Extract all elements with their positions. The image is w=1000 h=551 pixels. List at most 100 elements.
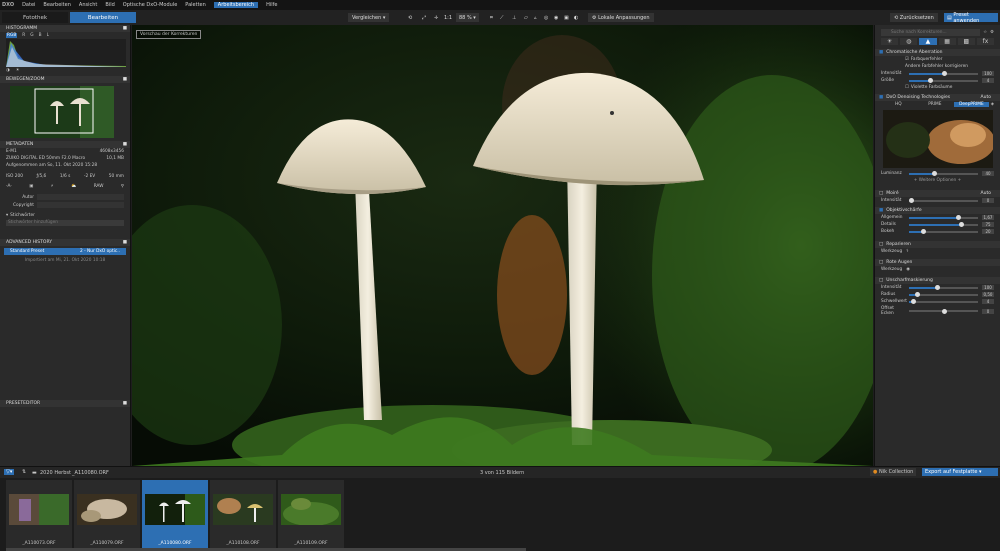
channel-r[interactable]: R: [22, 33, 25, 38]
ca-int-value[interactable]: 100: [982, 71, 994, 76]
export-button[interactable]: Export auf Festplatte ▾: [922, 468, 998, 476]
sharpness-header[interactable]: ■ Objektivschärfe: [875, 207, 1000, 214]
tab-bearbeiten[interactable]: Bearbeiten: [70, 12, 136, 23]
menu-bearbeiten[interactable]: Bearbeiten: [43, 2, 70, 8]
close-icon[interactable]: ■: [123, 26, 127, 31]
heal-icon[interactable]: ◎: [544, 13, 548, 22]
ca-opt2[interactable]: Andere Farbfehler korrigieren: [875, 63, 1000, 70]
history-header[interactable]: ADVANCED HISTORY ■: [0, 239, 130, 246]
moire-header[interactable]: □ Moiré Auto: [875, 190, 1000, 197]
usm-offset-slider[interactable]: [909, 308, 978, 314]
sort-icon[interactable]: ⇅: [22, 469, 26, 475]
sharp-bokeh-value[interactable]: 20: [982, 229, 994, 234]
ca-opt3[interactable]: ☐ Violette Farbsäume: [875, 84, 1000, 91]
menu-arbeitsbereich[interactable]: Arbeitsbereich: [213, 2, 259, 8]
preview-corrections-button[interactable]: Vorschau der Korrekturen: [136, 30, 202, 39]
level-icon[interactable]: ⊥: [512, 13, 516, 22]
sharp-general-value[interactable]: 1,67: [982, 215, 994, 220]
channel-l[interactable]: L: [47, 33, 49, 38]
compare-button[interactable]: Vergleichen ▾: [348, 13, 390, 22]
luminance-slider[interactable]: [909, 171, 978, 176]
watermark-icon[interactable]: ▣: [564, 13, 569, 22]
detail-tab-icon[interactable]: ▲: [919, 38, 937, 45]
menu-dxo-module[interactable]: Optische DxO-Module: [123, 2, 178, 8]
local-adjustments-button[interactable]: ⚙ Lokale Anpassungen: [588, 13, 654, 22]
channel-rgb[interactable]: RGB: [6, 33, 18, 38]
usm-intensity-value[interactable]: 100: [982, 285, 994, 290]
settings-icon[interactable]: ⚙: [990, 30, 994, 35]
mode-prime[interactable]: PRIME: [918, 102, 953, 107]
geometry-tab-icon[interactable]: ▦: [938, 38, 956, 45]
repair-tool-icon[interactable]: ⚕: [906, 249, 908, 254]
keywords-input[interactable]: Stichwörter hinzufügen: [6, 220, 124, 226]
author-field[interactable]: [37, 194, 124, 200]
close-icon[interactable]: ■: [123, 142, 127, 147]
checkbox-icon[interactable]: ☑: [905, 57, 909, 62]
navigator-preview[interactable]: [10, 86, 114, 138]
mode-deepprime[interactable]: DeepPRIME: [954, 102, 989, 107]
light-tab-icon[interactable]: ☀: [881, 38, 899, 45]
search-input[interactable]: Suche nach Korrekturen...: [881, 29, 981, 36]
move-icon[interactable]: ✛: [434, 13, 438, 22]
zoom-1to1[interactable]: 1:1: [444, 13, 452, 22]
redeye-icon[interactable]: ◉: [554, 13, 558, 22]
denoise-auto[interactable]: Auto: [981, 95, 991, 100]
image-viewer[interactable]: Vorschau der Korrekturen: [132, 25, 873, 466]
sharp-details-value[interactable]: 75: [982, 222, 994, 227]
usm-threshold-value[interactable]: 4: [982, 299, 994, 304]
sharpness-toggle[interactable]: ■: [879, 208, 883, 213]
metadata-header[interactable]: METADATEN ■: [0, 141, 130, 148]
ca-toggle[interactable]: ■: [879, 50, 883, 55]
star-icon[interactable]: ☆: [983, 30, 987, 35]
highlight-clip-icon[interactable]: ☀: [16, 68, 20, 73]
usm-header[interactable]: □ Unscharfmaskierung: [875, 277, 1000, 284]
navigator-header[interactable]: BEWEGEN/ZOOM ■: [0, 76, 130, 83]
redeye-toggle[interactable]: □: [879, 260, 883, 265]
channel-g[interactable]: G: [30, 33, 33, 38]
thumbnail[interactable]: _A110109.ORF: [278, 480, 344, 550]
filter-icon[interactable]: ▽▾: [4, 469, 15, 475]
sharp-details-slider[interactable]: [909, 222, 978, 227]
history-item-selected[interactable]: Standard Preset 2 - Nur DxO optic..: [4, 248, 126, 255]
compare-icon[interactable]: ◈: [991, 102, 994, 107]
usm-radius-value[interactable]: 0,50: [982, 292, 994, 297]
rotate-icon[interactable]: ⟲: [408, 13, 412, 22]
thumbnail[interactable]: _A110079.ORF: [74, 480, 140, 550]
close-icon[interactable]: ■: [123, 401, 127, 406]
menu-bild[interactable]: Bild: [105, 2, 114, 8]
repair-header[interactable]: □ Reparieren: [875, 241, 1000, 248]
close-icon[interactable]: ■: [123, 240, 127, 245]
usm-offset-value[interactable]: 0: [982, 308, 994, 314]
menu-hilfe[interactable]: Hilfe: [266, 2, 277, 8]
sharp-bokeh-slider[interactable]: [909, 229, 978, 234]
moire-toggle[interactable]: □: [879, 191, 883, 196]
keywords-header[interactable]: ▾ Stichwörter: [0, 212, 130, 219]
more-options-link[interactable]: + Weitere Optionen +: [875, 177, 1000, 184]
copyright-field[interactable]: [37, 202, 124, 208]
ca-opt1[interactable]: ☑ Farbquerfehler: [875, 56, 1000, 63]
mode-hq[interactable]: HQ: [881, 102, 916, 107]
usm-radius-slider[interactable]: [909, 292, 978, 297]
moire-slider[interactable]: [909, 198, 978, 203]
thumbnail-selected[interactable]: _A110080.ORF: [142, 480, 208, 550]
luminance-value[interactable]: 40: [982, 171, 994, 176]
checkbox-icon[interactable]: ☐: [905, 85, 909, 90]
fit-icon[interactable]: ⤢: [422, 13, 426, 22]
zoom-select[interactable]: 88 % ▾: [456, 13, 479, 22]
eyedropper-icon[interactable]: ⟋: [500, 13, 504, 22]
menu-datei[interactable]: Datei: [22, 2, 35, 8]
denoise-header[interactable]: ■ DxO Denoising Technologies Auto: [875, 94, 1000, 101]
shadow-clip-icon[interactable]: ◑: [6, 68, 10, 73]
mask-icon[interactable]: ◐: [574, 13, 578, 22]
apply-preset-button[interactable]: ▤ Preset anwenden: [944, 12, 998, 24]
repair-toggle[interactable]: □: [879, 242, 883, 247]
thumbnail[interactable]: _A110073.ORF: [6, 480, 72, 550]
thumbnail[interactable]: _A110108.ORF: [210, 480, 276, 550]
moire-value[interactable]: 0: [982, 198, 994, 203]
fx-tab-icon[interactable]: fx: [976, 38, 995, 45]
histogram-header[interactable]: HISTOGRAMM ■: [0, 25, 130, 32]
perspective-icon[interactable]: ▱: [524, 13, 528, 22]
ca-size-value[interactable]: 4: [982, 78, 994, 83]
usm-intensity-slider[interactable]: [909, 285, 978, 290]
denoise-toggle[interactable]: ■: [879, 95, 883, 100]
